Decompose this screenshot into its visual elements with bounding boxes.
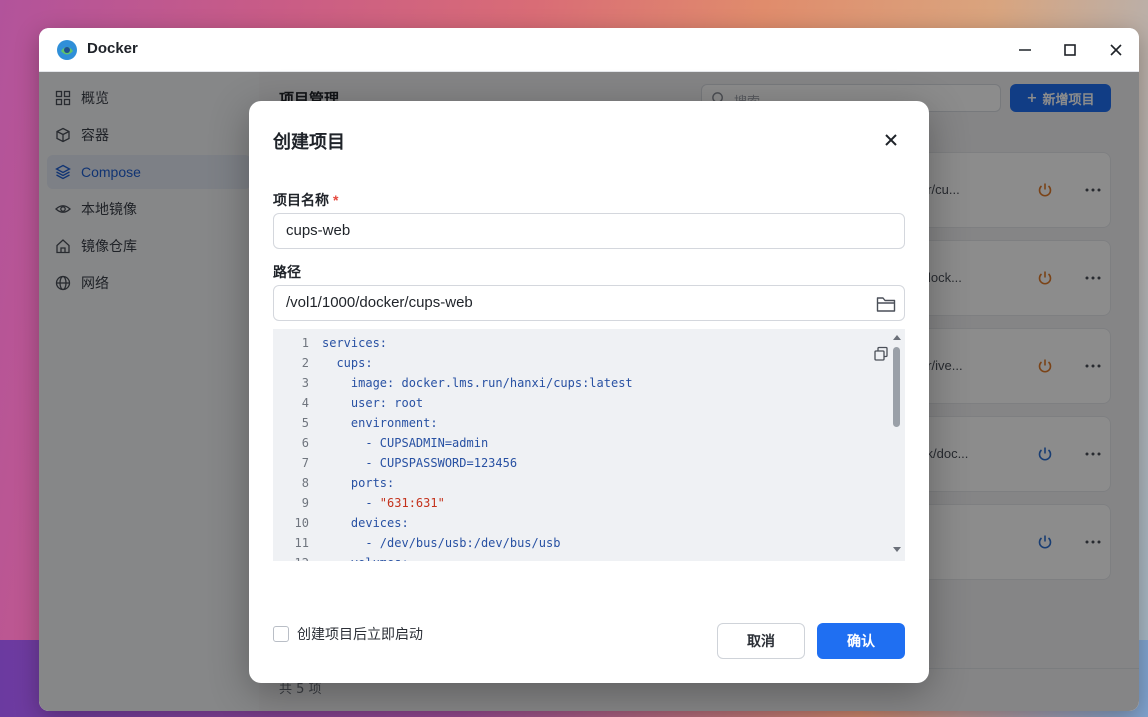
code-line: 11 - /dev/bus/usb:/dev/bus/usb (273, 533, 889, 553)
path-field[interactable]: /vol1/1000/docker/cups-web (273, 285, 905, 321)
code-text: image: docker.lms.run/hanxi/cups:latest (322, 376, 633, 390)
scroll-down-arrow[interactable] (893, 547, 901, 552)
line-number: 2 (301, 356, 309, 370)
confirm-button[interactable]: 确认 (817, 623, 905, 659)
project-name-label-text: 项目名称 (273, 192, 329, 208)
docker-app-icon (57, 40, 77, 60)
line-number: 1 (301, 336, 309, 350)
line-number: 8 (301, 476, 309, 490)
line-number: 11 (294, 536, 309, 550)
scroll-thumb[interactable] (893, 347, 900, 427)
code-text: environment: (322, 416, 438, 430)
path-label: 路径 (273, 264, 301, 280)
code-string: "631:631" (379, 496, 445, 510)
code-text: services: (322, 336, 388, 350)
line-number: 6 (301, 436, 309, 450)
code-text: - CUPSPASSWORD=123456 (322, 456, 518, 470)
code-line: 2 cups: (273, 353, 889, 373)
code-line: 3 image: docker.lms.run/hanxi/cups:lates… (273, 373, 889, 393)
create-project-dialog: 创建项目 项目名称 * cups-web 路径 /vol1/1000/docker… (249, 101, 929, 683)
app-title: Docker (87, 40, 138, 57)
code-text: volumes: (322, 553, 409, 561)
cancel-button[interactable]: 取消 (717, 623, 805, 659)
line-number: 9 (301, 496, 309, 510)
copy-icon[interactable] (873, 346, 889, 362)
project-name-field[interactable]: cups-web (273, 213, 905, 249)
code-line: 12 volumes: (273, 553, 889, 561)
code-line: 4 user: root (273, 393, 889, 413)
code-text: - /dev/bus/usb:/dev/bus/usb (322, 536, 561, 550)
code-text: - "631:631" (322, 496, 445, 510)
line-number: 4 (301, 396, 309, 410)
code-text: user: root (322, 396, 424, 410)
code-text: cups: (322, 356, 373, 370)
code-line: 8 ports: (273, 473, 889, 493)
compose-code-editor[interactable]: 1 services: 2 cups: 3 image: docker.lms.r… (273, 329, 905, 561)
code-line: 1 services: (273, 333, 889, 353)
autostart-checkbox[interactable] (273, 626, 289, 642)
autostart-label: 创建项目后立即启动 (297, 626, 423, 642)
editor-scrollbar[interactable] (889, 329, 905, 561)
folder-icon[interactable] (876, 295, 896, 313)
line-number: 12 (273, 553, 309, 561)
autostart-option[interactable]: 创建项目后立即启动 (273, 624, 423, 644)
line-number: 5 (301, 416, 309, 430)
code-area[interactable]: 1 services: 2 cups: 3 image: docker.lms.r… (273, 333, 889, 561)
code-line: 6 - CUPSADMIN=admin (273, 433, 889, 453)
code-line: 5 environment: (273, 413, 889, 433)
close-icon[interactable] (881, 130, 901, 150)
line-number: 7 (301, 456, 309, 470)
code-text: devices: (322, 516, 409, 530)
dialog-title: 创建项目 (273, 132, 345, 152)
maximize-icon[interactable] (1060, 40, 1080, 60)
code-line: 10 devices: (273, 513, 889, 533)
title-bar: Docker (39, 28, 1139, 72)
required-mark: * (333, 192, 339, 208)
project-name-label: 项目名称 * (273, 190, 338, 210)
line-number: 10 (294, 516, 309, 530)
line-number: 3 (301, 376, 309, 390)
code-line: 9 - "631:631" (273, 493, 889, 513)
scroll-up-arrow[interactable] (893, 335, 901, 340)
code-text: - CUPSADMIN=admin (322, 436, 489, 450)
window-close-icon[interactable] (1106, 40, 1126, 60)
code-text: ports: (322, 476, 395, 490)
minimize-icon[interactable] (1015, 40, 1035, 60)
code-line: 7 - CUPSPASSWORD=123456 (273, 453, 889, 473)
